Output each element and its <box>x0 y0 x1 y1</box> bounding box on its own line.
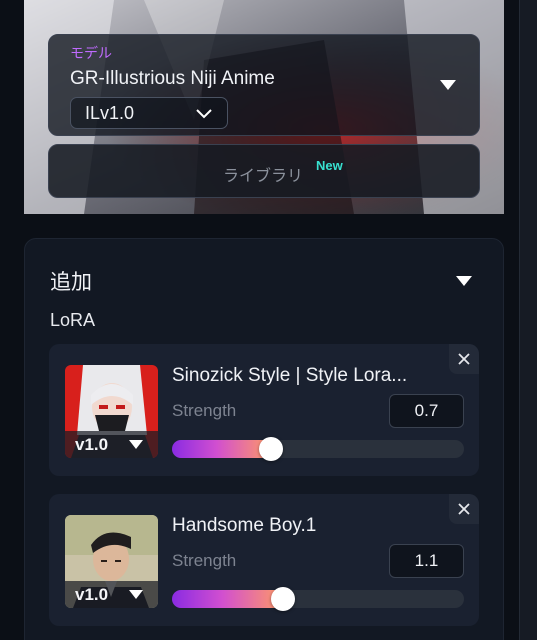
strength-slider[interactable] <box>172 437 464 461</box>
strength-label: Strength <box>172 401 237 420</box>
model-version-select[interactable]: ILv1.0 <box>70 97 228 129</box>
slider-fill <box>172 440 272 458</box>
slider-fill <box>172 590 283 608</box>
section-title: 追加 <box>50 271 92 294</box>
lora-label: LoRA <box>50 310 96 330</box>
lora-card: v1.0 Handsome Boy.1 Strength 1.1 <box>49 494 479 626</box>
model-panel: モデル GR-Illustrious Niji Anime ILv1.0 ライブ… <box>24 0 504 214</box>
lora-version: v1.0 <box>75 435 109 454</box>
version-overlay[interactable]: v1.0 <box>65 431 158 458</box>
model-version-value: ILv1.0 <box>85 103 135 123</box>
strength-input[interactable]: 1.1 <box>389 544 464 578</box>
lora-version: v1.0 <box>75 585 109 604</box>
chevron-down-icon[interactable] <box>455 275 473 287</box>
right-scroll-rail <box>519 0 537 640</box>
chevron-down-icon[interactable] <box>439 79 457 91</box>
chevron-down-icon <box>196 109 212 119</box>
lora-card: v1.0 Sinozick Style | Style Lora... Stre… <box>49 344 479 476</box>
new-badge: New <box>316 158 343 173</box>
slider-thumb[interactable] <box>270 587 295 611</box>
lora-name: Sinozick Style | Style Lora... <box>172 365 408 386</box>
strength-slider[interactable] <box>172 587 464 611</box>
lora-name: Handsome Boy.1 <box>172 515 317 536</box>
lora-thumbnail[interactable]: v1.0 <box>65 365 158 458</box>
additional-panel: 追加 LoRA v1.0 Sinozick Style | Style Lora… <box>24 238 504 640</box>
model-label: モデル <box>70 45 112 61</box>
library-label: ライブラリ <box>223 168 304 185</box>
strength-input[interactable]: 0.7 <box>389 394 464 428</box>
chevron-down-icon <box>129 440 143 449</box>
model-selector-card[interactable]: モデル GR-Illustrious Niji Anime ILv1.0 <box>48 34 480 136</box>
version-overlay[interactable]: v1.0 <box>65 581 158 608</box>
lora-thumbnail[interactable]: v1.0 <box>65 515 158 608</box>
strength-label: Strength <box>172 551 237 570</box>
model-name: GR-Illustrious Niji Anime <box>70 68 275 89</box>
library-button[interactable]: ライブラリ New <box>48 144 480 198</box>
chevron-down-icon <box>129 590 143 599</box>
